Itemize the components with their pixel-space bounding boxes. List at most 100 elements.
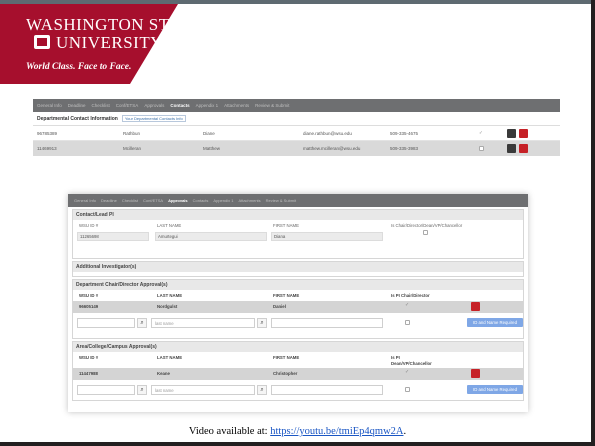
row-first: Christopher bbox=[273, 371, 298, 376]
row-email: diane.rathbun@wsu.edu bbox=[303, 131, 352, 136]
nav-tab[interactable]: General Info bbox=[37, 103, 62, 108]
area-grid: WSU ID # LAST NAME FIRST NAME Is PI Dean… bbox=[73, 352, 523, 400]
col-header: LAST NAME bbox=[157, 355, 183, 360]
dept-last-input[interactable]: last name bbox=[151, 318, 255, 328]
caption-suffix: . bbox=[403, 426, 407, 437]
header-banner: WASHINGTON STATE UNIVERSITY World Class.… bbox=[0, 0, 591, 84]
lead-first-field: Diana bbox=[271, 232, 383, 241]
dept-approvals-panel: Department Chair/Director Approval(s) WS… bbox=[72, 279, 524, 339]
col-header: LAST NAME bbox=[157, 293, 183, 298]
row-phone: 509-335-3983 bbox=[390, 146, 419, 151]
nav-tab[interactable]: Checklist bbox=[122, 198, 138, 203]
id-name-required-button[interactable]: ID and Name Required bbox=[467, 318, 523, 327]
dept-id-input[interactable] bbox=[77, 318, 135, 328]
section-title-text: Departmental Contact Information bbox=[37, 115, 118, 122]
table-row: 96785389 Rathbun Diane diane.rathbun@wsu… bbox=[33, 126, 560, 141]
row-id: 11447988 bbox=[79, 371, 98, 376]
col-header: WSU ID # bbox=[79, 355, 99, 360]
nav-tab-active[interactable]: Contacts bbox=[170, 103, 189, 108]
lead-last-field: Amurtegui bbox=[155, 232, 267, 241]
nav-tab[interactable]: Conf/ETSA bbox=[116, 103, 139, 108]
row-first: Matthew bbox=[203, 146, 221, 151]
university-name-line2: UNIVERSITY bbox=[56, 33, 163, 52]
caption-text: Video available at: bbox=[188, 426, 271, 437]
area-approvals-panel: Area/College/Campus Approval(s) WSU ID #… bbox=[72, 341, 524, 401]
nav-tab[interactable]: Appendix 1 bbox=[213, 198, 233, 203]
delete-icon[interactable] bbox=[519, 144, 528, 153]
col-header: FIRST NAME bbox=[273, 223, 299, 228]
table-row bbox=[73, 301, 523, 313]
panel-title: Department Chair/Director Approval(s) bbox=[73, 280, 523, 290]
lead-pi-panel: Contact/Lead PI WSU ID # LAST NAME FIRST… bbox=[72, 209, 524, 259]
row-last: Keane bbox=[157, 371, 170, 376]
table-row: 11469913 Mcilleran Matthew matthew.mcill… bbox=[33, 141, 560, 156]
university-name-line1: WASHINGTON STATE bbox=[26, 15, 201, 34]
search-icon[interactable]: ⌕ bbox=[257, 318, 267, 328]
col-header: Is PI Chair/Director bbox=[391, 293, 430, 298]
search-icon[interactable]: ⌕ bbox=[137, 385, 147, 395]
col-header: FIRST NAME bbox=[273, 355, 300, 360]
tagline: World Class. Face to Face. bbox=[26, 62, 132, 72]
nav-tab-active[interactable]: Approvals bbox=[168, 198, 188, 203]
nav-tab[interactable]: Checklist bbox=[92, 103, 110, 108]
nav-tab[interactable]: Approvals bbox=[144, 103, 164, 108]
id-name-required-button[interactable]: ID and Name Required bbox=[467, 385, 523, 394]
additional-investigators-panel: Additional Investigator(s) bbox=[72, 261, 524, 277]
edit-icon[interactable] bbox=[507, 129, 516, 138]
col-header: Dean/VP/Chancellor bbox=[391, 361, 432, 366]
row-check: ✓ bbox=[405, 302, 410, 308]
area-first-input[interactable] bbox=[271, 385, 383, 395]
dept-flag-checkbox[interactable] bbox=[405, 320, 410, 325]
area-flag-checkbox[interactable] bbox=[405, 387, 410, 392]
nav-tab[interactable]: Review & Submit bbox=[266, 198, 296, 203]
panel-title: Area/College/Campus Approval(s) bbox=[73, 342, 523, 352]
row-checkbox[interactable] bbox=[479, 146, 484, 151]
delete-icon[interactable] bbox=[471, 369, 480, 378]
row-check: ✓ bbox=[405, 369, 410, 375]
row-email: matthew.mcilleran@wsu.edu bbox=[303, 146, 361, 151]
panel-title: Contact/Lead PI bbox=[73, 210, 523, 220]
video-link[interactable]: https://youtu.be/tmiEp4qmw2A bbox=[270, 426, 403, 437]
nav-tab[interactable]: Appendix 1 bbox=[196, 103, 219, 108]
delete-icon[interactable] bbox=[471, 302, 480, 311]
contacts-info-button[interactable]: Your Departmental Contacts Info bbox=[121, 115, 186, 122]
row-first: Diane bbox=[203, 131, 215, 136]
nav-tab[interactable]: Review & Submit bbox=[255, 103, 289, 108]
nav-tab[interactable]: General Info bbox=[74, 198, 96, 203]
contacts-nav-bar: General Info Deadline Checklist Conf/ETS… bbox=[33, 99, 560, 112]
nav-tab[interactable]: Attachments bbox=[224, 103, 249, 108]
col-header: Is PI bbox=[391, 355, 400, 360]
nav-tab[interactable]: Attachments bbox=[238, 198, 260, 203]
cougar-logo-icon bbox=[34, 35, 50, 49]
col-header: LAST NAME bbox=[157, 223, 182, 228]
section-title: Departmental Contact Information Your De… bbox=[33, 112, 560, 126]
search-icon[interactable]: ⌕ bbox=[137, 318, 147, 328]
approvals-screenshot: General Info Deadline Checklist Conf/ETS… bbox=[68, 194, 528, 412]
row-id: 96785389 bbox=[37, 131, 58, 136]
edit-icon[interactable] bbox=[507, 144, 516, 153]
nav-tab[interactable]: Deadline bbox=[101, 198, 117, 203]
approvals-nav-bar: General Info Deadline Checklist Conf/ETS… bbox=[68, 194, 528, 207]
row-last: Rathbun bbox=[123, 131, 141, 136]
row-first: Daniel bbox=[273, 304, 286, 309]
area-id-input[interactable] bbox=[77, 385, 135, 395]
table-row bbox=[73, 368, 523, 380]
panel-title: Additional Investigator(s) bbox=[73, 262, 523, 272]
dept-grid: WSU ID # LAST NAME FIRST NAME Is PI Chai… bbox=[73, 290, 523, 338]
row-id: 11469913 bbox=[37, 146, 57, 151]
row-last: Nordgulst bbox=[157, 304, 178, 309]
nav-tab[interactable]: Contacts bbox=[193, 198, 209, 203]
col-header: WSU ID # bbox=[79, 223, 99, 228]
col-header: WSU ID # bbox=[79, 293, 99, 298]
nav-tab[interactable]: Conf/ETSA bbox=[143, 198, 163, 203]
lead-chair-checkbox[interactable] bbox=[423, 230, 428, 235]
video-caption: Video available at: https://youtu.be/tmi… bbox=[0, 426, 591, 437]
col-header: Is Chair/Director/Dean/VP/Chancellor bbox=[391, 223, 463, 228]
delete-icon[interactable] bbox=[519, 129, 528, 138]
lead-id-field: 11265698 bbox=[77, 232, 149, 241]
nav-tab[interactable]: Deadline bbox=[68, 103, 86, 108]
area-last-input[interactable]: last name bbox=[151, 385, 255, 395]
search-icon[interactable]: ⌕ bbox=[257, 385, 267, 395]
row-last: Mcilleran bbox=[123, 146, 142, 151]
dept-first-input[interactable] bbox=[271, 318, 383, 328]
